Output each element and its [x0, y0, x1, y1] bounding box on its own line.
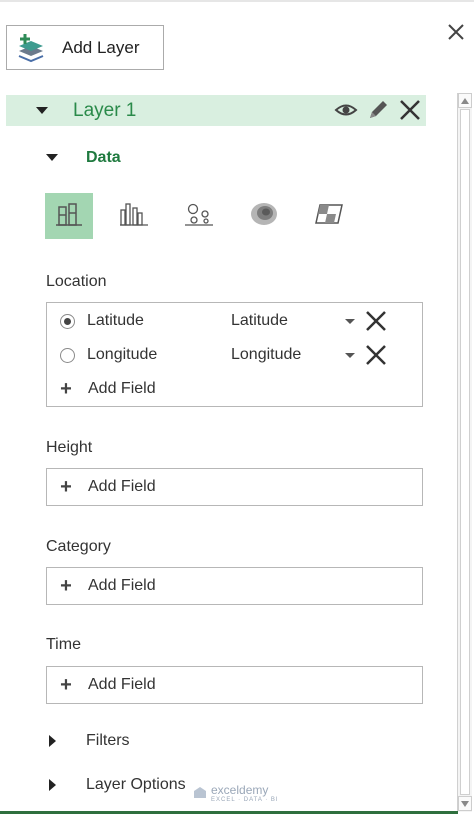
- scrollbar-thumb[interactable]: [460, 109, 470, 795]
- location-well: Latitude Latitude Longitude Longitude + …: [46, 302, 423, 407]
- add-layer-button[interactable]: Add Layer: [6, 25, 164, 70]
- clustered-column-icon: [119, 201, 149, 232]
- field-name: Longitude: [87, 346, 158, 363]
- expand-filters-caret-icon[interactable]: [49, 735, 56, 747]
- stacked-column-icon: [55, 201, 83, 232]
- plus-icon: +: [60, 673, 72, 696]
- top-border: [0, 0, 474, 2]
- category-add-field-button[interactable]: + Add Field: [47, 571, 422, 601]
- heat-map-viz-button[interactable]: [240, 193, 288, 239]
- time-well: + Add Field: [46, 666, 423, 704]
- layer-options-label[interactable]: Layer Options: [86, 776, 186, 794]
- add-layer-label: Add Layer: [62, 37, 140, 57]
- plus-icon: +: [60, 475, 72, 498]
- delete-layer-icon[interactable]: [398, 98, 422, 122]
- watermark-tagline: EXCEL · DATA · BI: [211, 797, 279, 803]
- add-field-label: Add Field: [88, 478, 156, 495]
- location-field-row: Latitude Latitude: [47, 306, 422, 336]
- remove-field-icon[interactable]: [365, 310, 387, 332]
- field-name: Latitude: [87, 312, 144, 329]
- add-field-label: Add Field: [88, 676, 156, 693]
- exceldemy-logo-icon: [194, 787, 206, 798]
- height-well: + Add Field: [46, 468, 423, 506]
- chevron-up-icon: [461, 97, 469, 104]
- bubble-chart-icon: [184, 201, 214, 232]
- watermark-brand: exceldemy: [211, 783, 269, 797]
- plus-icon: +: [60, 377, 72, 400]
- layer-name[interactable]: Layer 1: [73, 100, 136, 122]
- chevron-down-icon: [461, 800, 469, 807]
- heat-map-icon: [249, 201, 279, 232]
- region-viz-button[interactable]: [305, 193, 353, 239]
- category-well: + Add Field: [46, 567, 423, 605]
- scroll-down-button[interactable]: [458, 796, 472, 811]
- region-map-icon: [314, 201, 344, 232]
- location-field-row: Longitude Longitude: [47, 340, 422, 370]
- field-type-dropdown[interactable]: Longitude: [231, 346, 345, 364]
- add-layer-icon: [16, 33, 46, 63]
- plus-icon: +: [60, 574, 72, 597]
- pencil-icon[interactable]: [366, 98, 390, 122]
- height-label: Height: [46, 439, 93, 456]
- layer-header[interactable]: Layer 1: [6, 95, 426, 126]
- remove-field-icon[interactable]: [365, 344, 387, 366]
- close-pane-icon[interactable]: [444, 20, 468, 44]
- clustered-column-viz-button[interactable]: [110, 193, 158, 239]
- location-label: Location: [46, 273, 107, 290]
- vertical-scrollbar[interactable]: [457, 93, 472, 812]
- chevron-down-icon[interactable]: [345, 318, 355, 324]
- time-label: Time: [46, 636, 81, 653]
- height-add-field-button[interactable]: + Add Field: [47, 472, 422, 502]
- collapse-data-caret-icon[interactable]: [46, 154, 58, 161]
- scroll-up-button[interactable]: [458, 93, 472, 108]
- stacked-column-viz-button[interactable]: [45, 193, 93, 239]
- location-add-field-button[interactable]: + Add Field: [47, 374, 422, 404]
- bubble-viz-button[interactable]: [175, 193, 223, 239]
- latitude-radio[interactable]: [60, 313, 75, 329]
- add-field-label: Add Field: [88, 380, 156, 397]
- longitude-radio[interactable]: [60, 347, 75, 363]
- data-section-title: Data: [86, 149, 121, 166]
- time-add-field-button[interactable]: + Add Field: [47, 670, 422, 700]
- chevron-down-icon[interactable]: [345, 352, 355, 358]
- expand-layer-options-caret-icon[interactable]: [49, 779, 56, 791]
- exceldemy-watermark: exceldemy EXCEL · DATA · BI: [193, 783, 279, 803]
- eye-icon[interactable]: [334, 98, 358, 122]
- add-field-label: Add Field: [88, 577, 156, 594]
- category-label: Category: [46, 538, 111, 555]
- field-type-dropdown[interactable]: Latitude: [231, 312, 345, 330]
- filters-label[interactable]: Filters: [86, 732, 130, 750]
- collapse-layer-caret-icon[interactable]: [36, 107, 48, 114]
